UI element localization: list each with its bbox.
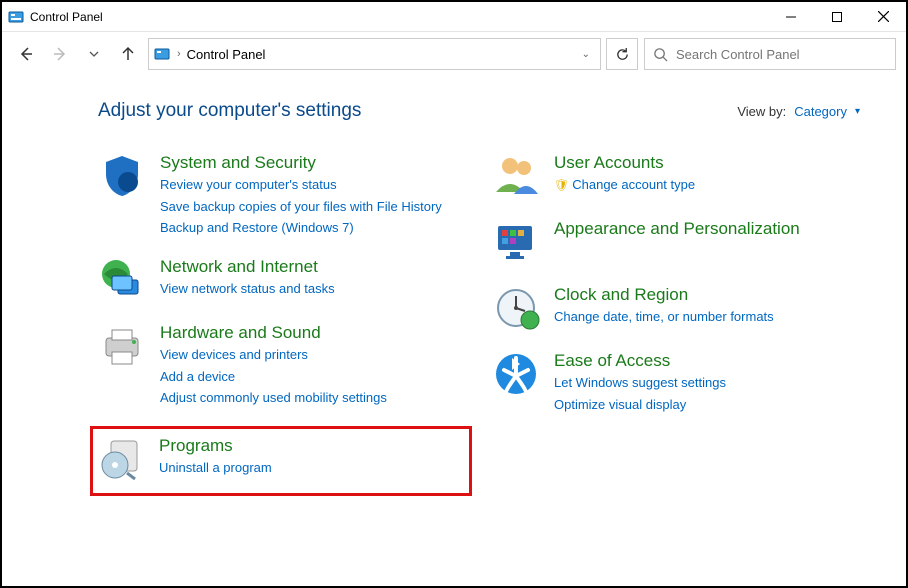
link-review-status[interactable]: Review your computer's status: [160, 175, 442, 195]
category-title-system-security[interactable]: System and Security: [160, 152, 442, 173]
link-backup-restore[interactable]: Backup and Restore (Windows 7): [160, 218, 442, 238]
chevron-down-icon: ▾: [855, 106, 860, 117]
category-title-programs[interactable]: Programs: [159, 435, 272, 456]
right-column: User Accounts Change account type Appear…: [492, 152, 866, 496]
category-title-ease-of-access[interactable]: Ease of Access: [554, 350, 726, 371]
minimize-button[interactable]: [768, 2, 814, 32]
category-title-user-accounts[interactable]: User Accounts: [554, 152, 695, 173]
category-user-accounts: User Accounts Change account type: [492, 152, 866, 200]
category-appearance: Appearance and Personalization: [492, 218, 866, 266]
content-area: Adjust your computer's settings View by:…: [2, 76, 906, 516]
shield-icon: [98, 152, 146, 200]
view-by-value: Category: [794, 104, 847, 119]
category-clock-region: Clock and Region Change date, time, or n…: [492, 284, 866, 332]
link-uninstall-program[interactable]: Uninstall a program: [159, 458, 272, 478]
title-bar: Control Panel: [2, 2, 906, 32]
category-title-hardware[interactable]: Hardware and Sound: [160, 322, 387, 343]
category-hardware: Hardware and Sound View devices and prin…: [98, 322, 472, 408]
programs-disc-icon: [97, 435, 145, 483]
clock-icon: [492, 284, 540, 332]
people-icon: [492, 152, 540, 200]
globe-network-icon: [98, 256, 146, 304]
window-title: Control Panel: [30, 10, 103, 24]
breadcrumb-control-panel[interactable]: Control Panel: [187, 47, 266, 62]
search-box[interactable]: [644, 38, 896, 70]
link-add-device[interactable]: Add a device: [160, 367, 387, 387]
category-title-clock-region[interactable]: Clock and Region: [554, 284, 774, 305]
search-input[interactable]: [676, 47, 887, 62]
search-icon: [653, 47, 668, 62]
maximize-button[interactable]: [814, 2, 860, 32]
address-dropdown-icon[interactable]: ⌄: [576, 49, 596, 60]
category-title-appearance[interactable]: Appearance and Personalization: [554, 218, 800, 239]
recent-locations-button[interactable]: [80, 40, 108, 68]
link-devices-printers[interactable]: View devices and printers: [160, 345, 387, 365]
link-suggest-settings[interactable]: Let Windows suggest settings: [554, 373, 726, 393]
link-mobility-settings[interactable]: Adjust commonly used mobility settings: [160, 388, 387, 408]
refresh-button[interactable]: [606, 38, 638, 70]
address-bar[interactable]: › Control Panel ⌄: [148, 38, 601, 70]
category-programs: Programs Uninstall a program: [90, 426, 472, 496]
monitor-colors-icon: [492, 218, 540, 266]
category-ease-of-access: Ease of Access Let Windows suggest setti…: [492, 350, 866, 414]
control-panel-app-icon: [8, 9, 24, 25]
link-change-account-type[interactable]: Change account type: [554, 175, 695, 195]
category-network: Network and Internet View network status…: [98, 256, 472, 304]
view-by-label: View by:: [737, 104, 786, 119]
left-column: System and Security Review your computer…: [98, 152, 472, 496]
close-button[interactable]: [860, 2, 906, 32]
nav-up-button[interactable]: [114, 40, 142, 68]
printer-icon: [98, 322, 146, 370]
ease-of-access-icon: [492, 350, 540, 398]
link-optimize-display[interactable]: Optimize visual display: [554, 395, 726, 415]
link-network-status[interactable]: View network status and tasks: [160, 279, 335, 299]
category-system-security: System and Security Review your computer…: [98, 152, 472, 238]
nav-back-button[interactable]: [12, 40, 40, 68]
view-by-selector[interactable]: View by: Category ▾: [737, 104, 860, 119]
page-heading: Adjust your computer's settings: [98, 100, 361, 122]
category-title-network[interactable]: Network and Internet: [160, 256, 335, 277]
control-panel-location-icon: [153, 45, 171, 63]
link-date-time-formats[interactable]: Change date, time, or number formats: [554, 307, 774, 327]
toolbar: › Control Panel ⌄: [2, 32, 906, 76]
chevron-right-icon: ›: [177, 48, 181, 60]
link-file-history[interactable]: Save backup copies of your files with Fi…: [160, 197, 442, 217]
nav-forward-button[interactable]: [46, 40, 74, 68]
